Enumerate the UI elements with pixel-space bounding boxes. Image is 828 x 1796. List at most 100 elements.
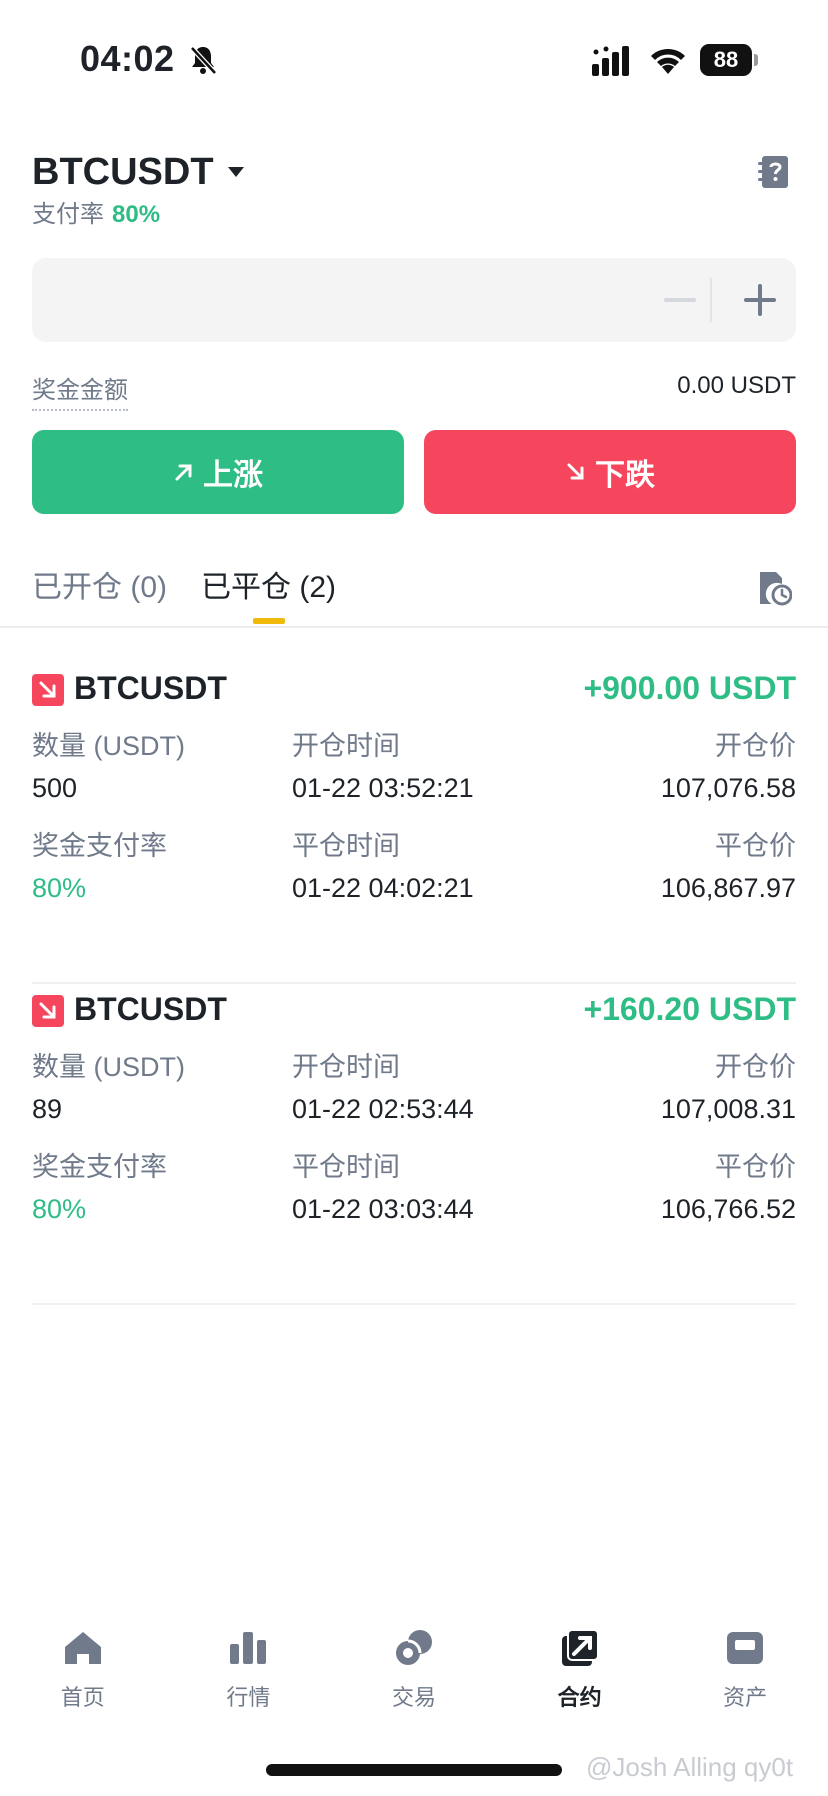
rise-button[interactable]: 上涨: [32, 430, 404, 514]
payout-rate: 支付率 80%: [32, 194, 160, 229]
bonus-amount-value: 0.00 USDT: [677, 372, 796, 399]
bonus-amount-label[interactable]: 奖金金额: [32, 370, 128, 411]
quantity-cell: 数量 (USDT) 89: [32, 1047, 185, 1127]
payout-value: 80%: [112, 201, 161, 228]
watermark: @Josh Alling qy0t: [586, 1752, 794, 1782]
nav-assets-label: 资产: [723, 1685, 768, 1710]
battery-level: 88: [700, 44, 752, 76]
open-price-value: 107,008.31: [660, 1094, 796, 1124]
close-price-label: 平仓价: [715, 1152, 796, 1182]
arrow-up-right-icon: [175, 464, 192, 481]
position-symbol: BTCUSDT: [74, 670, 227, 706]
open-price-value: 107,076.58: [660, 773, 796, 803]
amount-input[interactable]: [52, 258, 612, 342]
open-time-cell: 开仓时间 01-22 03:52:21: [292, 726, 474, 806]
bonus-rate-value: 80%: [32, 1194, 87, 1224]
tab-closed-label: 已平仓 (2): [201, 571, 336, 604]
position-pnl: +160.20 USDT: [583, 991, 796, 1027]
tabs-divider: [0, 626, 828, 628]
open-time-cell: 开仓时间 01-22 02:53:44: [292, 1047, 474, 1127]
nav-markets[interactable]: 行情: [166, 1628, 332, 1728]
history-icon[interactable]: [758, 570, 792, 606]
quantity-value: 500: [32, 773, 78, 803]
rise-label: 上涨: [203, 459, 263, 492]
open-time-label: 开仓时间: [292, 731, 400, 761]
close-price-cell: 平仓价 106,766.52: [661, 1147, 796, 1227]
direction-down-badge: [32, 674, 64, 706]
bonus-rate-value: 80%: [32, 873, 87, 903]
quantity-label: 数量 (USDT): [32, 1052, 185, 1082]
nav-futures[interactable]: 合约: [497, 1628, 663, 1728]
status-bar: 04:02 88: [0, 0, 828, 120]
position-pnl: +900.00 USDT: [583, 670, 796, 706]
battery-indicator: 88: [700, 44, 758, 76]
position-symbol: BTCUSDT: [74, 991, 227, 1027]
nav-trade[interactable]: 交易: [331, 1628, 497, 1728]
card-header: BTCUSDT +160.20 USDT: [32, 985, 796, 1041]
open-price-cell: 开仓价 107,076.58: [661, 726, 796, 806]
signal-icon: [592, 46, 629, 76]
plus-icon: [744, 284, 776, 316]
tab-open-positions[interactable]: 已开仓 (0): [32, 568, 167, 624]
battery-cap: [754, 54, 758, 66]
bonus-rate-cell: 奖金支付率 80%: [32, 826, 167, 906]
nav-home[interactable]: 首页: [0, 1628, 166, 1728]
bar-chart-icon: [230, 1632, 267, 1664]
close-time-label: 平仓时间: [292, 831, 400, 861]
nav-markets-label: 行情: [226, 1685, 271, 1710]
closed-position-card[interactable]: BTCUSDT +160.20 USDT 数量 (USDT) 89 开仓时间 01-…: [32, 985, 796, 1305]
wifi-icon: [651, 48, 685, 74]
pair-selector[interactable]: BTCUSDT: [32, 148, 246, 196]
guide-book-icon[interactable]: [758, 154, 790, 190]
position-tabs: 已开仓 (0) 已平仓 (2): [32, 568, 370, 624]
nav-trade-label: 交易: [391, 1685, 436, 1710]
decrease-button[interactable]: [646, 258, 714, 342]
caret-down-icon: [227, 167, 244, 177]
fall-label: 下跌: [595, 459, 655, 492]
close-time-value: 01-22 04:02:21: [292, 873, 474, 903]
minus-icon: [664, 298, 696, 302]
bottom-nav: 首页 行情 交易 合约 资产: [0, 1628, 828, 1728]
tab-closed-positions[interactable]: 已平仓 (2): [201, 568, 336, 624]
open-time-value: 01-22 03:52:21: [292, 773, 474, 803]
close-time-cell: 平仓时间 01-22 03:03:44: [292, 1147, 474, 1227]
home-indicator[interactable]: [266, 1764, 562, 1776]
home-icon: [64, 1632, 101, 1664]
quantity-value: 89: [32, 1094, 63, 1124]
futures-icon: [561, 1629, 599, 1666]
close-time-value: 01-22 03:03:44: [292, 1194, 474, 1224]
arrow-down-right-icon: [567, 463, 584, 480]
nav-futures-label: 合约: [557, 1685, 602, 1710]
arrow-down-right-icon: [39, 1002, 56, 1019]
open-price-label: 开仓价: [715, 731, 796, 761]
status-time: 04:02: [80, 38, 175, 79]
nav-assets[interactable]: 资产: [662, 1628, 828, 1728]
open-time-value: 01-22 02:53:44: [292, 1094, 474, 1124]
nav-home-label: 首页: [60, 1685, 105, 1710]
card-header: BTCUSDT +900.00 USDT: [32, 664, 796, 720]
closed-position-card[interactable]: BTCUSDT +900.00 USDT 数量 (USDT) 500 开仓时间 01…: [32, 664, 796, 984]
bell-muted-icon: [190, 46, 217, 75]
stepper-divider: [710, 278, 712, 322]
fall-button[interactable]: 下跌: [424, 430, 796, 514]
wallet-icon: [727, 1632, 764, 1664]
pair-name: BTCUSDT: [32, 150, 214, 193]
bonus-rate-label: 奖金支付率: [32, 1152, 167, 1182]
close-price-label: 平仓价: [715, 831, 796, 861]
active-tab-indicator: [252, 618, 285, 624]
direction-down-badge: [32, 995, 64, 1027]
quantity-label: 数量 (USDT): [32, 731, 185, 761]
bonus-rate-label: 奖金支付率: [32, 831, 167, 861]
open-price-label: 开仓价: [715, 1052, 796, 1082]
trade-icon: [395, 1630, 432, 1665]
close-time-label: 平仓时间: [292, 1152, 400, 1182]
arrow-down-right-icon: [39, 681, 56, 698]
close-price-value: 106,766.52: [660, 1194, 796, 1224]
close-price-value: 106,867.97: [660, 873, 796, 903]
open-time-label: 开仓时间: [292, 1052, 400, 1082]
close-time-cell: 平仓时间 01-22 04:02:21: [292, 826, 474, 906]
bonus-rate-cell: 奖金支付率 80%: [32, 1147, 167, 1227]
quantity-cell: 数量 (USDT) 500: [32, 726, 185, 806]
amount-field: [32, 258, 796, 342]
increase-button[interactable]: [726, 258, 794, 342]
